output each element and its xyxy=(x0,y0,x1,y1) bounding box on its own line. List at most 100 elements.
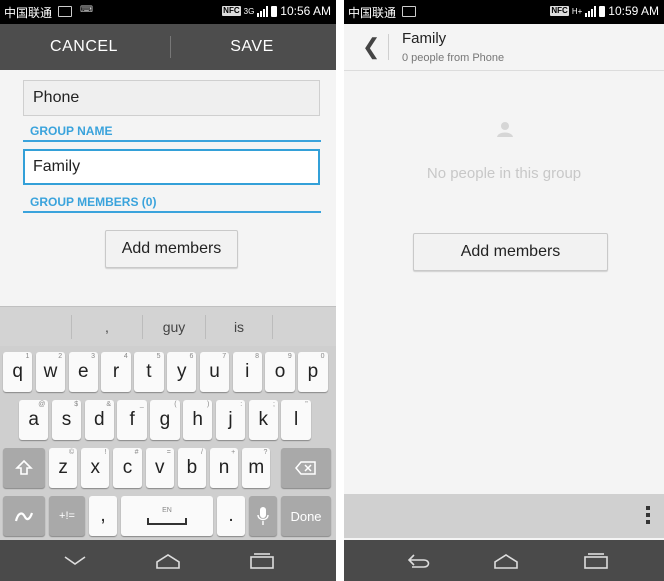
keyboard-hide-icon: ⌨ xyxy=(80,4,93,14)
key-z[interactable]: © z xyxy=(49,448,78,488)
key-f[interactable]: _ f xyxy=(117,400,147,440)
clock: 10:59 AM xyxy=(608,4,659,18)
key-label: i xyxy=(245,361,250,382)
suggestion-item[interactable]: , xyxy=(72,307,142,347)
key-label: g xyxy=(159,409,171,430)
symbols-key[interactable]: +!= xyxy=(49,496,85,536)
done-key[interactable]: Done xyxy=(281,496,331,536)
key-label: r xyxy=(112,361,120,382)
key-hint: 9 xyxy=(287,353,292,360)
key-label: s xyxy=(61,409,72,430)
key-label: z xyxy=(58,457,68,478)
key-j[interactable]: :j xyxy=(215,400,246,440)
key-h[interactable]: ) h xyxy=(183,400,213,440)
key-t[interactable]: 5t xyxy=(134,352,164,392)
mic-key[interactable] xyxy=(249,496,277,536)
header-divider xyxy=(388,34,389,60)
nav-recents-icon xyxy=(250,552,274,569)
shift-key[interactable] xyxy=(3,448,45,488)
key-a[interactable]: @ a xyxy=(19,400,49,440)
comma-key[interactable]: , xyxy=(89,496,117,536)
add-members-button[interactable]: Add members xyxy=(413,233,608,271)
key-label: p xyxy=(307,361,319,382)
key-v[interactable]: = v xyxy=(145,448,174,488)
suggestion-divider xyxy=(272,315,273,339)
key-label: k xyxy=(258,409,269,430)
key-s[interactable]: $ s xyxy=(51,400,82,440)
key-label: d xyxy=(94,409,105,430)
battery-icon xyxy=(599,5,606,17)
key-hint: 8 xyxy=(255,353,259,360)
key-o[interactable]: 9o xyxy=(265,352,295,392)
space-key[interactable]: EN xyxy=(121,496,213,536)
key-p[interactable]: 0p xyxy=(298,352,328,392)
key-e[interactable]: 3e xyxy=(68,352,98,392)
suggestion-item[interactable]: guy xyxy=(143,307,205,347)
key-q[interactable]: 1q xyxy=(3,352,33,392)
period-key[interactable]: . xyxy=(217,496,245,536)
nav-back-button[interactable] xyxy=(379,540,459,581)
swipe-key[interactable] xyxy=(3,496,45,536)
carrier-name: 中国联通 xyxy=(348,6,397,20)
key-label: a xyxy=(28,409,39,430)
status-bar: 中国联通 NFC H+ 10:59 AM xyxy=(344,0,664,24)
key-k[interactable]: ; k xyxy=(248,400,278,440)
key-hint: ) xyxy=(207,401,210,408)
key-label: u xyxy=(209,361,220,382)
key-r[interactable]: 4r xyxy=(101,352,131,392)
nav-home-button[interactable] xyxy=(128,540,208,581)
key-label: e xyxy=(78,361,89,382)
key-hint: $ xyxy=(74,401,79,408)
key-n[interactable]: + n xyxy=(210,448,239,488)
key-hint: ; xyxy=(273,401,275,408)
language-label: EN xyxy=(162,507,172,514)
space-bar-icon xyxy=(147,518,187,525)
key-hint: 5 xyxy=(156,353,161,360)
key-hint: ? xyxy=(263,449,268,456)
key-x[interactable]: ! x xyxy=(81,448,110,488)
key-label: h xyxy=(192,409,203,430)
nav-recents-button[interactable] xyxy=(222,540,302,581)
signal-icon xyxy=(257,5,269,17)
nav-recents-button[interactable] xyxy=(556,540,636,581)
key-label: w xyxy=(43,361,58,382)
key-d[interactable]: & d xyxy=(84,400,114,440)
key-i[interactable]: 8i xyxy=(232,352,262,392)
key-u[interactable]: 7u xyxy=(199,352,230,392)
group-name-divider xyxy=(23,140,321,142)
account-selector[interactable]: Phone xyxy=(23,80,320,116)
key-m[interactable]: ? m xyxy=(242,448,271,488)
key-g[interactable]: (g xyxy=(150,400,180,440)
soft-keyboard: 1 q 2 w 3 e 4 r 5 t 6 y 7 u 8 i 9 o 0 p @ a $ s & d _ f(g) h: j; k " l © z… xyxy=(0,346,336,540)
group-members-label: GROUP MEMBERS (0) xyxy=(30,195,157,209)
key-hint: " xyxy=(305,401,308,408)
suggestion-item[interactable]: is xyxy=(206,307,272,347)
add-members-button[interactable]: Add members xyxy=(105,230,238,268)
backspace-key[interactable] xyxy=(281,448,331,488)
key-c[interactable]: # c xyxy=(113,448,142,488)
overflow-menu-icon[interactable] xyxy=(646,506,650,526)
swipe-icon xyxy=(14,512,34,522)
key-l[interactable]: " l xyxy=(281,400,311,440)
nav-home-button[interactable] xyxy=(466,540,546,581)
key-label: j xyxy=(228,409,233,430)
key-hint: + xyxy=(231,449,236,456)
save-button[interactable]: SAVE xyxy=(168,24,336,70)
nav-back-button[interactable] xyxy=(35,540,115,581)
key-w[interactable]: 2w xyxy=(35,352,66,392)
cancel-button[interactable]: CANCEL xyxy=(0,24,168,70)
key-hint: ! xyxy=(104,449,107,456)
key-label: t xyxy=(146,361,152,382)
group-name-input[interactable]: Family xyxy=(23,149,320,185)
group-members-divider xyxy=(23,211,321,213)
key-hint: 7 xyxy=(222,353,227,360)
key-label: m xyxy=(248,457,265,478)
key-hint: : xyxy=(240,401,243,408)
group-detail-screen: 中国联通 NFC H+ 10:59 AM ❮ Family 0 people f… xyxy=(344,0,664,581)
back-icon[interactable]: ❮ xyxy=(362,36,380,58)
key-b[interactable]: / b xyxy=(177,448,206,488)
group-title: Family xyxy=(402,30,447,47)
key-label: o xyxy=(274,361,286,382)
key-y[interactable]: 6y xyxy=(167,352,197,392)
shift-icon xyxy=(15,459,33,475)
